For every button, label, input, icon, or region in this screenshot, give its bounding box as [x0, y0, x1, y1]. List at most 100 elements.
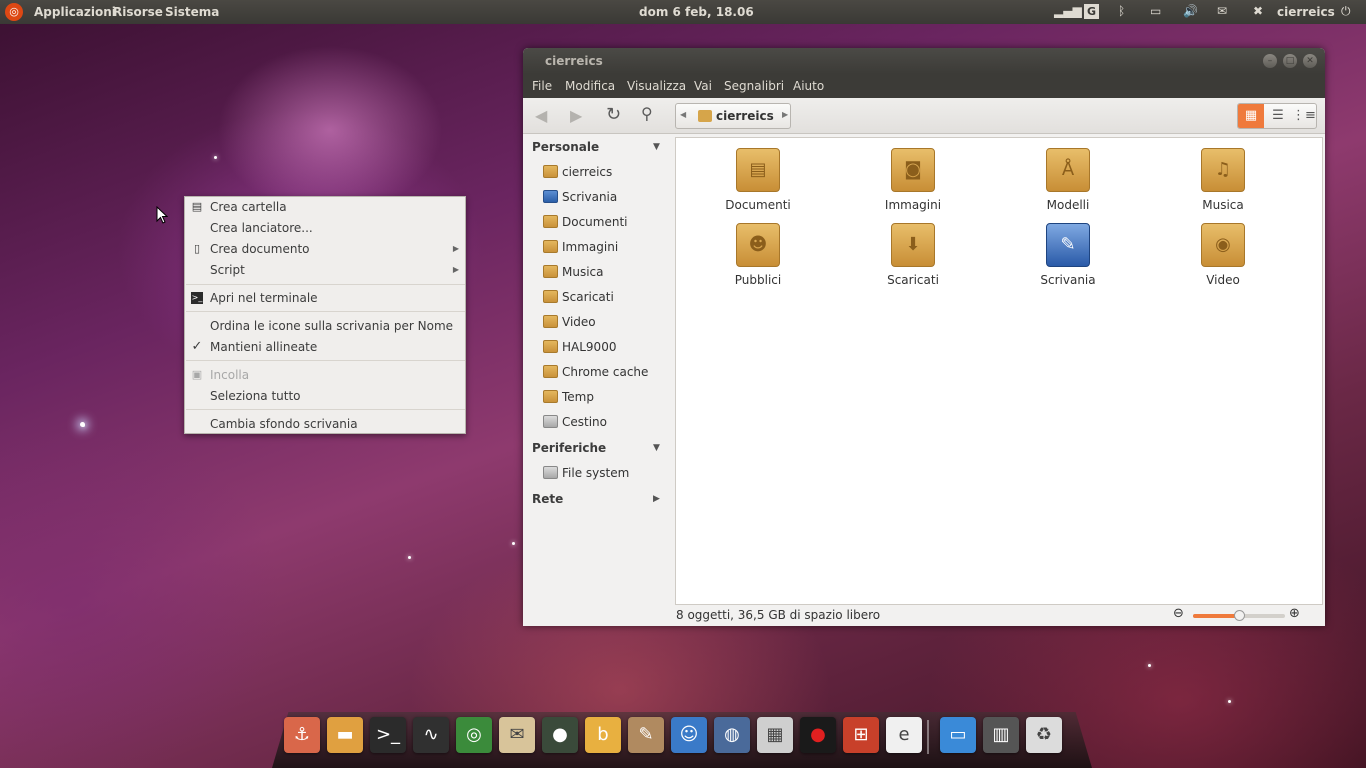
sidebar-item-scrivania[interactable]: Scrivania	[543, 187, 617, 207]
sidebar-header-rete[interactable]: Rete	[532, 492, 563, 506]
sidebar-item-documenti[interactable]: Documenti	[543, 212, 628, 232]
user-name[interactable]: cierreics	[1277, 5, 1335, 19]
dock-launcher-trash[interactable]: ♻	[1026, 717, 1062, 753]
menu-item-crea-cartella[interactable]: ▤ Crea cartella	[185, 197, 465, 217]
dock-launcher-chrome[interactable]: ◎	[456, 717, 492, 753]
menu-item-mantieni-allineate[interactable]: ✓ Mantieni allineate	[185, 337, 465, 357]
expand-arrow-icon[interactable]: ▶	[653, 494, 660, 504]
menu-item-crea-lanciatore[interactable]: Crea lanciatore...	[185, 218, 465, 238]
zoom-out-icon[interactable]: ⊖	[1173, 606, 1184, 621]
dock-launcher-bluefish[interactable]: b	[585, 717, 621, 753]
dock-launcher-terminal[interactable]: >_	[370, 717, 406, 753]
menu-risorse[interactable]: Risorse	[113, 5, 163, 19]
power-icon[interactable]: ⏻	[1341, 4, 1351, 19]
menu-sistema[interactable]: Sistema	[165, 5, 219, 19]
sidebar-item-scaricati[interactable]: Scaricati	[543, 287, 614, 307]
menu-applicazioni[interactable]: Applicazioni	[34, 5, 116, 19]
paste-icon: ▣	[191, 368, 203, 381]
dock-launcher-empathy[interactable]: ☺	[671, 717, 707, 753]
battery-icon[interactable]: ▭	[1150, 4, 1161, 18]
compact-view-icon[interactable]: ⋮≡	[1291, 104, 1317, 128]
sidebar-item-cierreics[interactable]: cierreics	[543, 162, 612, 182]
sidebar-item-musica[interactable]: Musica	[543, 262, 604, 282]
dock-launcher-system-monitor[interactable]: ∿	[413, 717, 449, 753]
view-switcher: ▦ ☰ ⋮≡	[1237, 103, 1317, 129]
close-button[interactable]: ✕	[1303, 54, 1317, 68]
dock-launcher-gimp[interactable]: ✎	[628, 717, 664, 753]
zoom-slider[interactable]	[1193, 610, 1285, 621]
menu-item-incolla: ▣ Incolla	[191, 368, 250, 382]
menu-vai[interactable]: Vai	[694, 79, 712, 93]
path-left-arrow-icon[interactable]: ◀	[680, 110, 686, 119]
volume-icon[interactable]: 🔊	[1183, 4, 1198, 18]
menu-item-cambia-sfondo[interactable]: Cambia sfondo scrivania	[185, 414, 465, 434]
collapse-arrow-icon[interactable]: ▼	[653, 443, 660, 453]
file-item-modelli[interactable]: Å Modelli	[1013, 148, 1123, 212]
bluetooth-icon[interactable]: ᛒ	[1118, 4, 1125, 18]
minimize-button[interactable]: –	[1263, 54, 1277, 68]
list-view-icon[interactable]: ☰	[1265, 104, 1291, 128]
network-signal-icon[interactable]: ▂▄▆	[1054, 4, 1082, 18]
menu-file[interactable]: File	[532, 79, 552, 93]
forward-icon[interactable]: ▶	[570, 106, 582, 125]
file-item-documenti[interactable]: ▤ Documenti	[703, 148, 813, 212]
user-status-icon[interactable]: ✖	[1253, 4, 1263, 18]
sidebar-header-periferiche[interactable]: Periferiche	[532, 441, 606, 455]
path-right-arrow-icon[interactable]: ▶	[782, 110, 788, 119]
zoom-slider-handle[interactable]	[1234, 610, 1245, 621]
dock-launcher-windows[interactable]: ⊞	[843, 717, 879, 753]
dock-launcher-globe[interactable]: ◍	[714, 717, 750, 753]
trash-icon: ♻	[1035, 724, 1053, 745]
menu-aiuto[interactable]: Aiuto	[793, 79, 824, 93]
star	[214, 156, 217, 159]
sidebar-item-video[interactable]: Video	[543, 312, 596, 332]
file-item-immagini[interactable]: ◙ Immagini	[858, 148, 968, 212]
menu-item-script[interactable]: Script ▶	[185, 260, 465, 280]
bluefish-icon: b	[597, 724, 609, 745]
zoom-in-icon[interactable]: ⊕	[1289, 606, 1300, 621]
search-icon[interactable]: ⚲	[641, 104, 653, 123]
menu-item-crea-documento[interactable]: ▯ Crea documento ▶	[185, 239, 465, 259]
mail-indicator-icon[interactable]: ✉	[1217, 4, 1227, 18]
sidebar-item-file-system[interactable]: File system	[543, 463, 629, 483]
dock-launcher-calculator[interactable]: ▦	[757, 717, 793, 753]
statusbar: 8 oggetti, 36,5 GB di spazio libero ⊖ ⊕	[523, 605, 1325, 626]
file-item-video[interactable]: ◉ Video	[1168, 223, 1278, 287]
dock-launcher-editor[interactable]: e	[886, 717, 922, 753]
path-button-cierreics[interactable]: cierreics	[716, 109, 774, 123]
ubuntu-logo-icon[interactable]: ◎	[5, 3, 23, 21]
dock-launcher-hal9000[interactable]: ●	[800, 717, 836, 753]
sidebar-item-hal9000[interactable]: HAL9000	[543, 337, 616, 357]
dock-launcher-files[interactable]: ▬	[327, 717, 363, 753]
clock[interactable]: dom 6 feb, 18.06	[639, 5, 754, 19]
file-item-scrivania[interactable]: ✎ Scrivania	[1013, 223, 1123, 287]
g-indicator-icon[interactable]: G	[1084, 4, 1099, 19]
window-titlebar[interactable]: cierreics – □ ✕	[523, 48, 1325, 74]
menu-modifica[interactable]: Modifica	[565, 79, 615, 93]
sidebar-item-chrome-cache[interactable]: Chrome cache	[543, 362, 648, 382]
sidebar-item-cestino[interactable]: Cestino	[543, 412, 607, 432]
dock-launcher-mail[interactable]: ✉	[499, 717, 535, 753]
menu-item-apri-terminale[interactable]: >_ Apri nel terminale	[185, 288, 465, 308]
menu-item-seleziona-tutto[interactable]: Seleziona tutto	[185, 386, 465, 406]
sidebar-header-personale[interactable]: Personale	[532, 140, 599, 154]
reload-icon[interactable]: ↻	[606, 104, 621, 125]
dock-launcher-workspace-switcher[interactable]: ▥	[983, 717, 1019, 753]
dock-launcher-anchor[interactable]: ⚓	[284, 717, 320, 753]
menu-visualizza[interactable]: Visualizza	[627, 79, 686, 93]
file-item-scaricati[interactable]: ⬇ Scaricati	[858, 223, 968, 287]
sidebar-item-immagini[interactable]: Immagini	[543, 237, 618, 257]
menu-segnalibri[interactable]: Segnalibri	[724, 79, 784, 93]
file-item-musica[interactable]: ♫ Musica	[1168, 148, 1278, 212]
icon-view-icon[interactable]: ▦	[1238, 104, 1264, 128]
dock-launcher-desktop[interactable]: ▭	[940, 717, 976, 753]
collapse-arrow-icon[interactable]: ▼	[653, 142, 660, 152]
music-folder-icon	[543, 265, 558, 278]
maximize-button[interactable]: □	[1283, 54, 1297, 68]
editor-icon: e	[898, 724, 910, 745]
sidebar-item-temp[interactable]: Temp	[543, 387, 594, 407]
file-item-pubblici[interactable]: ☻ Pubblici	[703, 223, 813, 287]
back-icon[interactable]: ◀	[535, 106, 547, 125]
menu-item-ordina-icone[interactable]: Ordina le icone sulla scrivania per Nome	[185, 316, 465, 336]
dock-launcher-camera[interactable]: ●	[542, 717, 578, 753]
